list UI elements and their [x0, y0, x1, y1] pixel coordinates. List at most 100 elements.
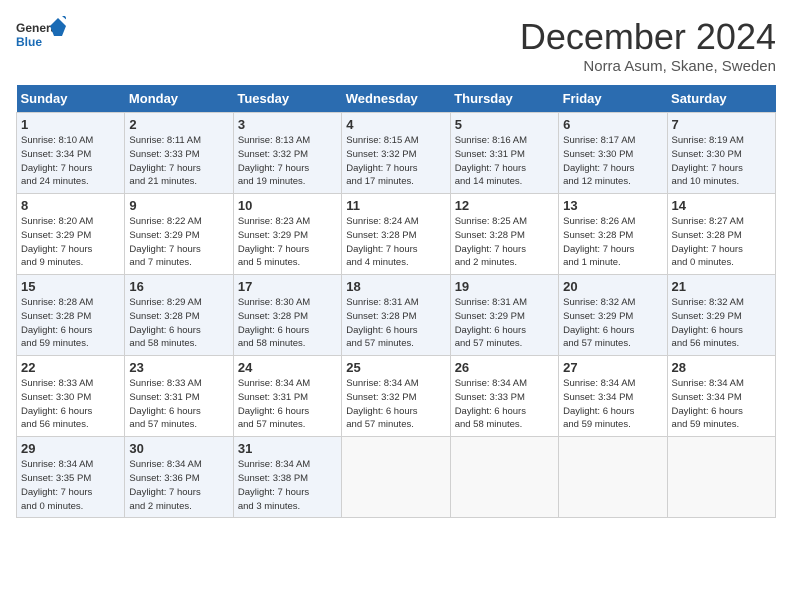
empty-cell [450, 437, 558, 518]
header-monday: Monday [125, 85, 233, 113]
day-detail-24: Sunrise: 8:34 AM Sunset: 3:31 PM Dayligh… [238, 377, 337, 432]
day-detail-2: Sunrise: 8:11 AM Sunset: 3:33 PM Dayligh… [129, 134, 228, 189]
day-number-12: 12 [455, 198, 554, 213]
day-number-30: 30 [129, 441, 228, 456]
day-number-2: 2 [129, 117, 228, 132]
header-saturday: Saturday [667, 85, 775, 113]
day-number-27: 27 [563, 360, 662, 375]
day-detail-29: Sunrise: 8:34 AM Sunset: 3:35 PM Dayligh… [21, 458, 120, 513]
day-cell-24: 24 Sunrise: 8:34 AM Sunset: 3:31 PM Dayli… [233, 356, 341, 437]
week-row-4: 22 Sunrise: 8:33 AM Sunset: 3:30 PM Dayli… [17, 356, 776, 437]
day-number-16: 16 [129, 279, 228, 294]
day-detail-13: Sunrise: 8:26 AM Sunset: 3:28 PM Dayligh… [563, 215, 662, 270]
day-number-10: 10 [238, 198, 337, 213]
day-number-13: 13 [563, 198, 662, 213]
empty-cell [667, 437, 775, 518]
day-detail-22: Sunrise: 8:33 AM Sunset: 3:30 PM Dayligh… [21, 377, 120, 432]
day-detail-6: Sunrise: 8:17 AM Sunset: 3:30 PM Dayligh… [563, 134, 662, 189]
day-detail-12: Sunrise: 8:25 AM Sunset: 3:28 PM Dayligh… [455, 215, 554, 270]
day-detail-7: Sunrise: 8:19 AM Sunset: 3:30 PM Dayligh… [672, 134, 771, 189]
day-cell-3: 3Sunrise: 8:13 AM Sunset: 3:32 PM Daylig… [233, 113, 341, 194]
day-number-26: 26 [455, 360, 554, 375]
day-detail-28: Sunrise: 8:34 AM Sunset: 3:34 PM Dayligh… [672, 377, 771, 432]
day-cell-17: 17 Sunrise: 8:30 AM Sunset: 3:28 PM Dayli… [233, 275, 341, 356]
week-row-3: 15 Sunrise: 8:28 AM Sunset: 3:28 PM Dayli… [17, 275, 776, 356]
day-detail-5: Sunrise: 8:16 AM Sunset: 3:31 PM Dayligh… [455, 134, 554, 189]
day-number-28: 28 [672, 360, 771, 375]
day-detail-8: Sunrise: 8:20 AM Sunset: 3:29 PM Dayligh… [21, 215, 120, 270]
day-cell-22: 22 Sunrise: 8:33 AM Sunset: 3:30 PM Dayli… [17, 356, 125, 437]
day-cell-7: 7 Sunrise: 8:19 AM Sunset: 3:30 PM Daylig… [667, 113, 775, 194]
day-cell-19: 19 Sunrise: 8:31 AM Sunset: 3:29 PM Dayli… [450, 275, 558, 356]
day-cell-4: 4 Sunrise: 8:15 AM Sunset: 3:32 PM Daylig… [342, 113, 450, 194]
day-number-7: 7 [672, 117, 771, 132]
day-number-4: 4 [346, 117, 445, 132]
day-cell-6: 6Sunrise: 8:17 AM Sunset: 3:30 PM Daylig… [559, 113, 667, 194]
day-detail-17: Sunrise: 8:30 AM Sunset: 3:28 PM Dayligh… [238, 296, 337, 351]
calendar-table: SundayMondayTuesdayWednesdayThursdayFrid… [16, 85, 776, 518]
day-number-19: 19 [455, 279, 554, 294]
day-cell-12: 12 Sunrise: 8:25 AM Sunset: 3:28 PM Dayli… [450, 194, 558, 275]
logo-svg: General Blue [16, 16, 66, 61]
day-cell-15: 15 Sunrise: 8:28 AM Sunset: 3:28 PM Dayli… [17, 275, 125, 356]
week-row-1: 1 Sunrise: 8:10 AM Sunset: 3:34 PM Daylig… [17, 113, 776, 194]
day-detail-9: Sunrise: 8:22 AM Sunset: 3:29 PM Dayligh… [129, 215, 228, 270]
day-cell-28: 28 Sunrise: 8:34 AM Sunset: 3:34 PM Dayli… [667, 356, 775, 437]
day-cell-11: 11Sunrise: 8:24 AM Sunset: 3:28 PM Dayli… [342, 194, 450, 275]
day-detail-15: Sunrise: 8:28 AM Sunset: 3:28 PM Dayligh… [21, 296, 120, 351]
day-number-15: 15 [21, 279, 120, 294]
month-title: December 2024 [520, 16, 776, 58]
day-number-11: 11 [346, 198, 445, 213]
day-cell-20: 20 Sunrise: 8:32 AM Sunset: 3:29 PM Dayli… [559, 275, 667, 356]
day-number-18: 18 [346, 279, 445, 294]
calendar-header-row: SundayMondayTuesdayWednesdayThursdayFrid… [17, 85, 776, 113]
day-cell-23: 23 Sunrise: 8:33 AM Sunset: 3:31 PM Dayli… [125, 356, 233, 437]
day-cell-16: 16 Sunrise: 8:29 AM Sunset: 3:28 PM Dayli… [125, 275, 233, 356]
day-cell-25: 25 Sunrise: 8:34 AM Sunset: 3:32 PM Dayli… [342, 356, 450, 437]
day-number-8: 8 [21, 198, 120, 213]
header-sunday: Sunday [17, 85, 125, 113]
header-thursday: Thursday [450, 85, 558, 113]
day-detail-16: Sunrise: 8:29 AM Sunset: 3:28 PM Dayligh… [129, 296, 228, 351]
day-number-24: 24 [238, 360, 337, 375]
location: Norra Asum, Skane, Sweden [520, 58, 776, 75]
day-detail-14: Sunrise: 8:27 AM Sunset: 3:28 PM Dayligh… [672, 215, 771, 270]
day-cell-2: 2 Sunrise: 8:11 AM Sunset: 3:33 PM Daylig… [125, 113, 233, 194]
day-cell-27: 27Sunrise: 8:34 AM Sunset: 3:34 PM Dayli… [559, 356, 667, 437]
day-detail-1: Sunrise: 8:10 AM Sunset: 3:34 PM Dayligh… [21, 134, 120, 189]
day-number-1: 1 [21, 117, 120, 132]
day-number-21: 21 [672, 279, 771, 294]
day-detail-23: Sunrise: 8:33 AM Sunset: 3:31 PM Dayligh… [129, 377, 228, 432]
empty-cell [342, 437, 450, 518]
day-number-31: 31 [238, 441, 337, 456]
day-detail-25: Sunrise: 8:34 AM Sunset: 3:32 PM Dayligh… [346, 377, 445, 432]
header: General Blue December 2024 Norra Asum, S… [16, 16, 776, 75]
header-wednesday: Wednesday [342, 85, 450, 113]
day-detail-10: Sunrise: 8:23 AM Sunset: 3:29 PM Dayligh… [238, 215, 337, 270]
day-cell-31: 31 Sunrise: 8:34 AM Sunset: 3:38 PM Dayli… [233, 437, 341, 518]
day-cell-14: 14Sunrise: 8:27 AM Sunset: 3:28 PM Dayli… [667, 194, 775, 275]
week-row-2: 8 Sunrise: 8:20 AM Sunset: 3:29 PM Daylig… [17, 194, 776, 275]
day-detail-4: Sunrise: 8:15 AM Sunset: 3:32 PM Dayligh… [346, 134, 445, 189]
header-friday: Friday [559, 85, 667, 113]
day-number-22: 22 [21, 360, 120, 375]
day-cell-5: 5 Sunrise: 8:16 AM Sunset: 3:31 PM Daylig… [450, 113, 558, 194]
day-cell-10: 10 Sunrise: 8:23 AM Sunset: 3:29 PM Dayli… [233, 194, 341, 275]
day-cell-18: 18Sunrise: 8:31 AM Sunset: 3:28 PM Dayli… [342, 275, 450, 356]
day-cell-21: 21Sunrise: 8:32 AM Sunset: 3:29 PM Dayli… [667, 275, 775, 356]
day-number-5: 5 [455, 117, 554, 132]
empty-cell [559, 437, 667, 518]
day-number-20: 20 [563, 279, 662, 294]
day-detail-3: Sunrise: 8:13 AM Sunset: 3:32 PM Dayligh… [238, 134, 337, 189]
day-cell-29: 29 Sunrise: 8:34 AM Sunset: 3:35 PM Dayli… [17, 437, 125, 518]
day-number-29: 29 [21, 441, 120, 456]
day-detail-31: Sunrise: 8:34 AM Sunset: 3:38 PM Dayligh… [238, 458, 337, 513]
day-number-23: 23 [129, 360, 228, 375]
day-detail-30: Sunrise: 8:34 AM Sunset: 3:36 PM Dayligh… [129, 458, 228, 513]
day-number-25: 25 [346, 360, 445, 375]
day-detail-19: Sunrise: 8:31 AM Sunset: 3:29 PM Dayligh… [455, 296, 554, 351]
day-detail-20: Sunrise: 8:32 AM Sunset: 3:29 PM Dayligh… [563, 296, 662, 351]
day-number-17: 17 [238, 279, 337, 294]
day-number-9: 9 [129, 198, 228, 213]
week-row-5: 29 Sunrise: 8:34 AM Sunset: 3:35 PM Dayli… [17, 437, 776, 518]
